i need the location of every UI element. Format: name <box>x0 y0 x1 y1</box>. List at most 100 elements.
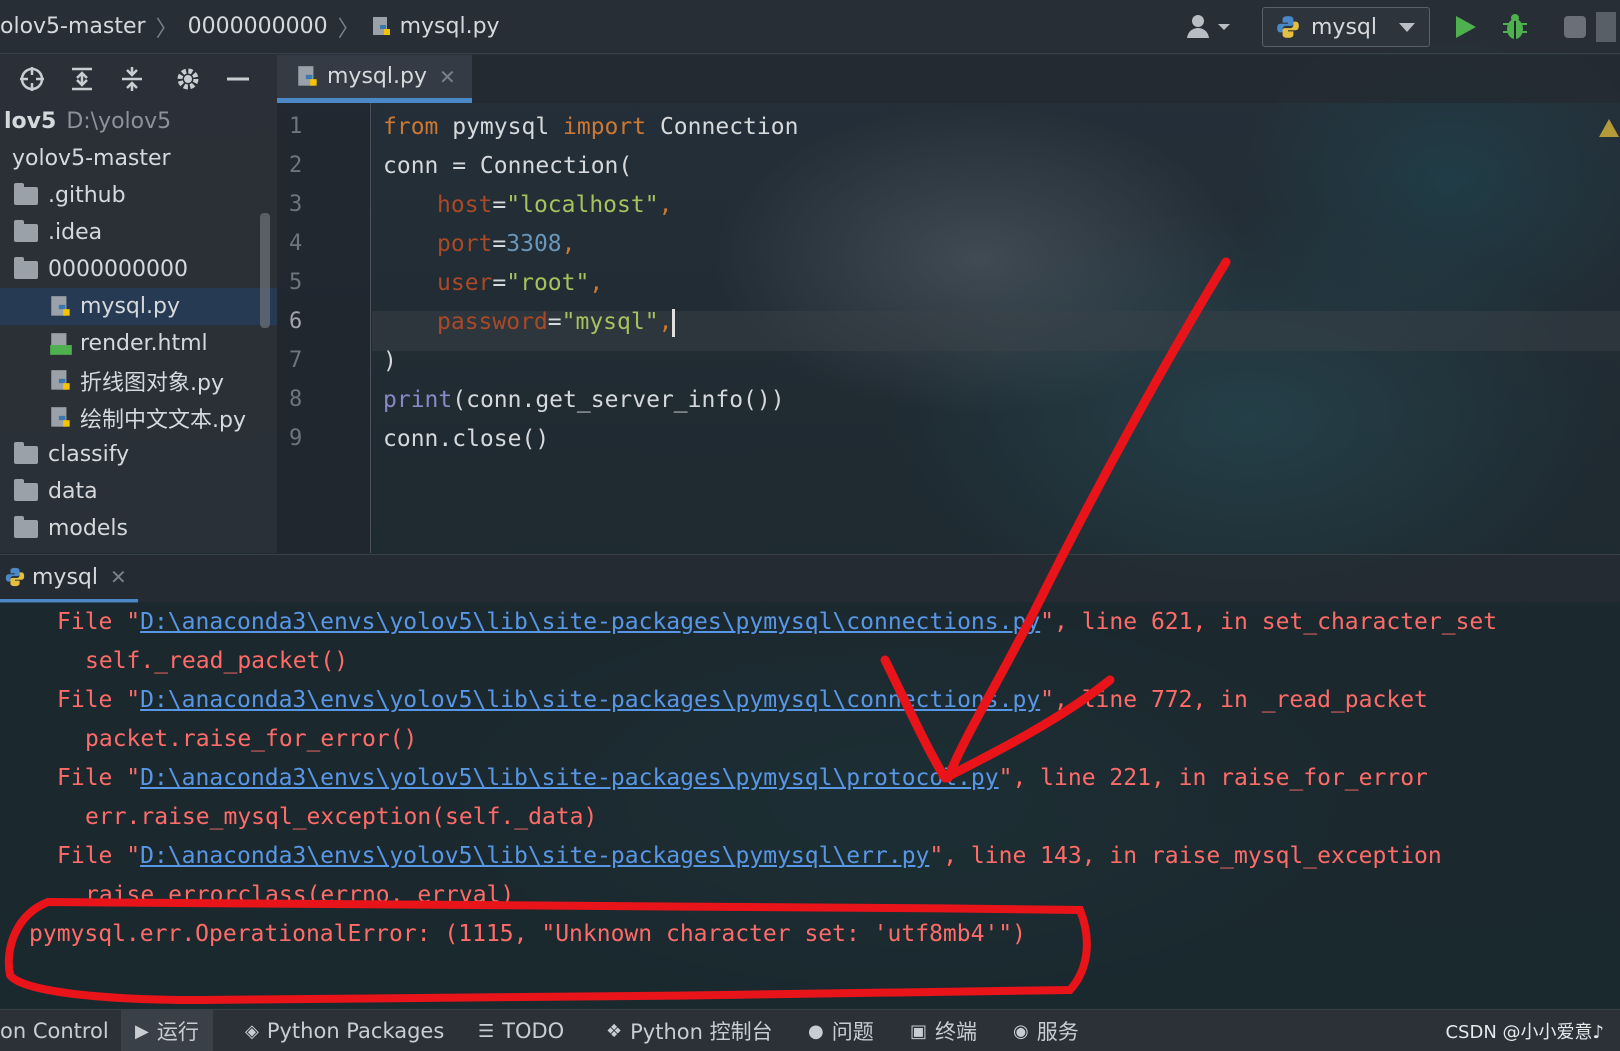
tool-label: 问题 <box>831 1020 874 1044</box>
tree-item-label: .idea <box>48 220 103 245</box>
tool-problems[interactable]: ● 问题 <box>808 1010 874 1051</box>
tool-label: 运行 <box>156 1020 199 1044</box>
line-number: 9 <box>289 426 303 451</box>
line-number: 5 <box>289 270 303 295</box>
run-panel-header: mysql ✕ <box>0 554 1620 603</box>
traceback-text: ", line 143, in raise_mysql_exception <box>929 843 1442 869</box>
tree-item-mysql-py[interactable]: mysql.py <box>0 288 277 325</box>
tool-label: on Control <box>0 1019 109 1043</box>
keyword: from <box>383 114 439 140</box>
tree-item-draw-chinese-text-py[interactable]: 绘制中文文本.py <box>0 399 277 436</box>
file-link[interactable]: D:\anaconda3\envs\yolov5\lib\site-packag… <box>140 843 929 869</box>
tree-item-render-html[interactable]: render.html <box>0 325 277 362</box>
traceback-code-line: err.raise_mysql_exception(self._data) <box>85 804 598 830</box>
tree-item-github[interactable]: .github <box>0 177 277 214</box>
tree-item-label: classify <box>48 442 130 467</box>
info-icon: ● <box>808 1020 824 1042</box>
minimize-icon[interactable] <box>224 65 252 93</box>
tree-item-idea[interactable]: .idea <box>0 214 277 251</box>
run-console[interactable]: File "D:\anaconda3\envs\yolov5\lib\site-… <box>0 602 1620 1008</box>
profile-icon[interactable] <box>1556 12 1616 42</box>
breadcrumb-file[interactable]: mysql.py <box>400 14 500 39</box>
collapse-all-icon[interactable] <box>118 65 146 93</box>
file-link[interactable]: D:\anaconda3\envs\yolov5\lib\site-packag… <box>140 687 1040 713</box>
tree-root[interactable]: lov5 D:\yolov5 <box>0 103 277 140</box>
tool-terminal[interactable]: ▣ 终端 <box>910 1010 977 1051</box>
play-icon: ▶ <box>135 1020 149 1042</box>
close-icon[interactable]: ✕ <box>439 65 456 89</box>
user-account-icon[interactable] <box>1184 12 1232 42</box>
project-tree: lov5 D:\yolov5 yolov5-master .github .id… <box>0 103 277 553</box>
string-literal: "localhost" <box>506 192 659 218</box>
tree-item-label: data <box>48 479 98 504</box>
python-file-icon <box>51 295 70 316</box>
list-icon: ☰ <box>478 1020 495 1042</box>
python-logo-icon <box>5 567 25 587</box>
editor-tab-mysql[interactable]: mysql.py ✕ <box>277 55 472 103</box>
tool-python-console[interactable]: ❖ Python 控制台 <box>606 1010 773 1051</box>
tree-item-label: yolov5-master <box>12 146 171 171</box>
parameter: password <box>437 309 548 335</box>
tool-label: 终端 <box>935 1020 978 1044</box>
watermark: CSDN @小小爱意♪ <box>1445 1022 1604 1043</box>
tree-item-data[interactable]: data <box>0 473 277 510</box>
breadcrumb-folder[interactable]: 0000000000 <box>188 14 328 39</box>
tree-item-models[interactable]: models <box>0 510 277 547</box>
tool-label: Python 控制台 <box>630 1020 773 1044</box>
traceback-code-line: self._read_packet() <box>85 648 349 674</box>
line-number: 2 <box>289 153 303 178</box>
comma: , <box>658 309 673 335</box>
tool-services[interactable]: ◉ 服务 <box>1013 1010 1079 1051</box>
code-line: print(conn.get_server_info()) <box>383 380 785 420</box>
warning-icon[interactable] <box>1598 117 1620 139</box>
close-icon[interactable]: ✕ <box>110 565 127 589</box>
tool-version-control[interactable]: on Control <box>0 1010 125 1051</box>
tool-todo[interactable]: ☰ TODO <box>478 1010 564 1051</box>
breadcrumb-separator: 〉 <box>337 16 360 42</box>
traceback-text: File " <box>57 609 141 635</box>
tool-label: 服务 <box>1036 1020 1079 1044</box>
parameter: user <box>437 270 493 296</box>
tool-run[interactable]: ▶ 运行 <box>121 1010 213 1051</box>
code-line: user="root", <box>437 263 603 303</box>
traceback-text: File " <box>57 687 141 713</box>
line-number: 3 <box>289 192 303 217</box>
target-icon[interactable] <box>18 65 46 93</box>
python-file-icon <box>372 16 390 35</box>
traceback-text: File " <box>57 765 141 791</box>
traceback-text: ", line 621, in set_character_set <box>1040 609 1498 635</box>
tool-python-packages[interactable]: ◈ Python Packages <box>245 1010 444 1051</box>
folder-icon <box>14 478 38 501</box>
breadcrumb-project[interactable]: olov5-master <box>0 14 146 39</box>
navbar-actions: mysql <box>1184 0 1620 54</box>
parameter: port <box>437 231 493 257</box>
layers-icon: ◈ <box>245 1020 259 1042</box>
run-tab-mysql[interactable]: mysql ✕ <box>0 555 138 603</box>
file-link[interactable]: D:\anaconda3\envs\yolov5\lib\site-packag… <box>140 609 1040 635</box>
run-configuration-select[interactable]: mysql <box>1262 7 1430 47</box>
traceback-text: ", line 221, in raise_for_error <box>998 765 1428 791</box>
tree-item-line-chart-py[interactable]: 折线图对象.py <box>0 362 277 399</box>
debug-bug-icon[interactable] <box>1500 12 1530 42</box>
file-link[interactable]: D:\anaconda3\envs\yolov5\lib\site-packag… <box>140 765 999 791</box>
folder-icon <box>14 219 38 242</box>
error-message: pymysql.err.OperationalError: (1115, "Un… <box>29 921 1026 947</box>
html-file-icon <box>50 332 72 355</box>
builtin-function: print <box>383 387 453 413</box>
gear-icon[interactable] <box>174 65 202 93</box>
tree-item-yolov5-master[interactable]: yolov5-master <box>0 140 277 177</box>
code-text: (conn.get_server_info()) <box>452 387 785 413</box>
code-editor[interactable]: from pymysql import Connection conn = Co… <box>372 103 1620 553</box>
run-icon[interactable] <box>1450 12 1480 42</box>
line-number: 7 <box>289 348 303 373</box>
folder-icon <box>14 441 38 464</box>
tree-root-name: lov5 <box>4 109 57 134</box>
project-tree-scrollbar[interactable] <box>260 213 270 328</box>
run-tab-label: mysql <box>32 564 98 590</box>
traceback-file-line: File "D:\anaconda3\envs\yolov5\lib\site-… <box>57 836 1442 876</box>
tree-item-classify[interactable]: classify <box>0 436 277 473</box>
tree-item-0000000000[interactable]: 0000000000 <box>0 251 277 288</box>
traceback-text: File " <box>57 843 141 869</box>
expand-all-icon[interactable] <box>68 65 96 93</box>
traceback-code-line: packet.raise_for_error() <box>85 726 418 752</box>
